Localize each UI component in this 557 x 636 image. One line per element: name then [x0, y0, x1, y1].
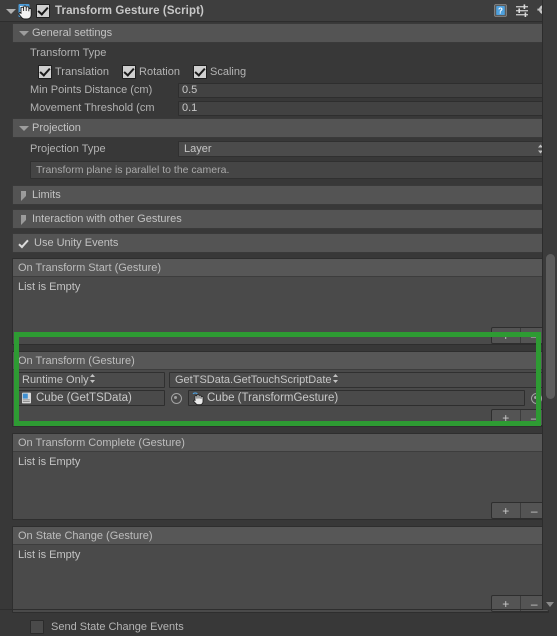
- script-icon: [17, 3, 33, 20]
- section-limits[interactable]: Limits: [12, 185, 549, 205]
- min-points-distance-label: Min Points Distance (cm): [30, 84, 153, 96]
- unity-event-on-transform: On Transform (Gesture) Runtime Only GetT…: [12, 351, 549, 427]
- on-transform-footer: + –: [13, 409, 549, 426]
- projection-help-box: Transform plane is parallel to the camer…: [30, 161, 549, 179]
- object-picker-icon: [171, 392, 182, 404]
- unity-event-on-transform-start: On Transform Start (Gesture) List is Emp…: [12, 258, 549, 345]
- use-unity-events-checkbox[interactable]: [18, 238, 29, 249]
- method-dropdown[interactable]: GetTSData.GetTouchScriptDate: [169, 372, 544, 388]
- interaction-label: Interaction with other Gestures: [32, 213, 182, 225]
- on-state-change-empty-text: List is Empty: [18, 549, 81, 561]
- scaling-checkbox[interactable]: [193, 64, 207, 79]
- component-enabled-checkbox[interactable]: [36, 3, 50, 18]
- limits-label: Limits: [32, 189, 61, 201]
- rotation-checkbox[interactable]: [122, 64, 137, 79]
- toggle-send-state-change[interactable]: Send State Change Events: [30, 619, 184, 634]
- preset-icon[interactable]: [515, 3, 530, 18]
- on-transform-add-button[interactable]: +: [492, 410, 521, 425]
- argument-object-field[interactable]: Cube (TransformGesture): [188, 390, 525, 406]
- transform-type-toggles: Translation Rotation Scaling: [0, 62, 557, 81]
- on-transform-complete-add-button[interactable]: +: [492, 503, 521, 518]
- object-picker-icon: [531, 392, 542, 404]
- toggle-translation[interactable]: Translation: [38, 64, 110, 79]
- on-state-change-body[interactable]: List is Empty: [13, 545, 548, 595]
- on-transform-complete-body[interactable]: List is Empty: [13, 452, 548, 502]
- vertical-scrollbar[interactable]: [542, 0, 557, 610]
- translation-label: Translation: [55, 65, 110, 78]
- component-header[interactable]: Transform Gesture (Script) ?: [0, 0, 557, 22]
- on-state-change-title: On State Change (Gesture): [13, 527, 548, 545]
- projection-label: Projection: [32, 122, 81, 134]
- min-points-distance-row: Min Points Distance (cm) 0.5: [0, 81, 557, 99]
- method-value: GetTSData.GetTouchScriptDate: [175, 374, 332, 386]
- projection-help-text: Transform plane is parallel to the camer…: [36, 164, 230, 176]
- section-general-settings[interactable]: General settings: [12, 23, 549, 43]
- on-transform-entry-line-2: Cube (GetTSData) Cube (TransformGesture): [17, 390, 544, 406]
- projection-foldout-icon[interactable]: [17, 122, 29, 134]
- gameobject-script-icon: [21, 392, 33, 404]
- section-projection[interactable]: Projection: [12, 118, 549, 138]
- section-interaction-other-gestures[interactable]: Interaction with other Gestures: [12, 209, 549, 229]
- on-transform-start-add-remove: + –: [491, 327, 549, 344]
- target-object-field[interactable]: Cube (GetTSData): [17, 390, 165, 406]
- on-transform-start-title: On Transform Start (Gesture): [13, 259, 548, 277]
- general-settings-label: General settings: [32, 27, 113, 39]
- on-transform-start-footer: + –: [13, 327, 549, 344]
- call-state-dropdown[interactable]: Runtime Only: [17, 372, 165, 388]
- scaling-label: Scaling: [210, 65, 247, 78]
- general-settings-foldout-icon[interactable]: [17, 27, 29, 39]
- movement-threshold-label: Movement Threshold (cm: [30, 102, 155, 114]
- movement-threshold-row: Movement Threshold (cm 0.1: [0, 99, 557, 117]
- target-object-value: Cube (GetTSData): [36, 392, 132, 404]
- vertical-scrollbar-thumb[interactable]: [546, 254, 555, 399]
- svg-text:?: ?: [498, 6, 503, 15]
- send-state-change-label: Send State Change Events: [51, 620, 184, 633]
- scroll-down-arrow-icon[interactable]: [546, 602, 554, 607]
- unity-event-on-state-change: On State Change (Gesture) List is Empty …: [12, 526, 549, 613]
- on-transform-start-empty-text: List is Empty: [18, 281, 81, 293]
- on-transform-complete-empty-text: List is Empty: [18, 456, 81, 468]
- unity-event-on-transform-complete: On Transform Complete (Gesture) List is …: [12, 433, 549, 520]
- on-transform-entry: Runtime Only GetTSData.GetTouchScriptDat…: [13, 370, 548, 409]
- on-transform-complete-title: On Transform Complete (Gesture): [13, 434, 548, 452]
- toggle-scaling[interactable]: Scaling: [193, 64, 247, 79]
- toggle-rotation[interactable]: Rotation: [122, 64, 180, 79]
- on-transform-complete-add-remove: + –: [491, 502, 549, 519]
- projection-type-dropdown[interactable]: Layer: [178, 141, 549, 157]
- inspector-panel: Transform Gesture (Script) ? General set…: [0, 0, 557, 634]
- component-foldout-arrow-icon[interactable]: [4, 5, 16, 17]
- argument-object-value: Cube (TransformGesture): [207, 392, 339, 404]
- method-chevron-icon: [332, 373, 339, 387]
- section-use-unity-events[interactable]: Use Unity Events: [12, 233, 549, 253]
- on-transform-start-add-button[interactable]: +: [492, 328, 521, 343]
- call-state-value: Runtime Only: [22, 374, 89, 386]
- on-transform-complete-footer: + –: [13, 502, 549, 519]
- call-state-chevron-icon: [89, 373, 96, 387]
- movement-threshold-input[interactable]: 0.1: [178, 100, 549, 116]
- projection-type-row: Projection Type Layer: [0, 139, 557, 159]
- min-points-distance-input[interactable]: 0.5: [178, 82, 549, 98]
- transform-type-row: Transform Type: [0, 44, 557, 62]
- mouse-cursor-icon: [17, 3, 33, 20]
- send-state-change-row: Send State Change Events: [0, 617, 557, 636]
- on-transform-entry-line-1: Runtime Only GetTSData.GetTouchScriptDat…: [17, 372, 544, 388]
- projection-type-value: Layer: [184, 143, 212, 155]
- limits-foldout-icon[interactable]: [17, 189, 29, 201]
- translation-checkbox[interactable]: [38, 64, 52, 79]
- gesture-component-icon: [192, 392, 204, 405]
- component-title: Transform Gesture (Script): [55, 4, 204, 17]
- on-transform-title: On Transform (Gesture): [13, 352, 548, 370]
- on-transform-start-body[interactable]: List is Empty: [13, 277, 548, 327]
- send-state-change-checkbox[interactable]: [30, 619, 44, 634]
- on-transform-add-remove: + –: [491, 409, 549, 426]
- interaction-foldout-icon[interactable]: [17, 213, 29, 225]
- help-icon[interactable]: ?: [493, 3, 508, 18]
- projection-type-label: Projection Type: [30, 143, 106, 155]
- target-object-picker-button[interactable]: [169, 390, 184, 406]
- transform-type-label: Transform Type: [30, 47, 107, 59]
- use-unity-events-label: Use Unity Events: [34, 237, 119, 249]
- rotation-label: Rotation: [139, 65, 180, 78]
